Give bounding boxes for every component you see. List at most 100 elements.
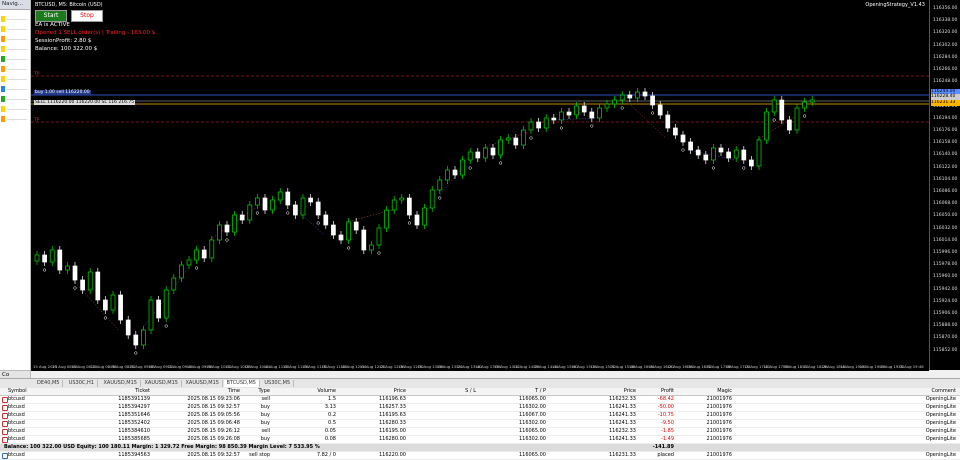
navigator-item[interactable] bbox=[7, 29, 27, 30]
table-cell-symbol: btcusd bbox=[8, 452, 25, 458]
candle-body bbox=[764, 111, 769, 141]
table-cell-sl bbox=[410, 436, 476, 443]
navigator-item[interactable] bbox=[7, 79, 27, 80]
symbol-tab[interactable]: XAUUSD,M15 bbox=[101, 380, 141, 387]
navigator-item[interactable] bbox=[7, 99, 27, 100]
start-button[interactable]: Start bbox=[35, 10, 67, 22]
candle-body bbox=[293, 204, 298, 216]
candle-body bbox=[771, 99, 777, 113]
table-row[interactable]: btcusd 1185385685 2025.08.15 09:26:08 buy 0.… bbox=[0, 436, 960, 444]
table-cell-volume: 0.2 bbox=[328, 412, 336, 418]
table-cell-magic: 21001976 bbox=[706, 428, 732, 434]
candle-body bbox=[787, 119, 792, 131]
trade-arrow-marker bbox=[134, 351, 138, 355]
candle-body bbox=[308, 197, 313, 203]
table-cell-profit: -9.50 bbox=[661, 420, 674, 426]
ea-name-label: OpeningStrategy_V1.43 bbox=[865, 2, 925, 8]
candle-body bbox=[361, 229, 367, 251]
table-header-cell[interactable]: Price bbox=[340, 388, 406, 395]
table-header-cell[interactable]: T / P bbox=[480, 388, 546, 395]
pending-order-row[interactable]: btcusd 1185394563 2025.08.15 09:32:57 sell … bbox=[0, 452, 960, 460]
price-chart[interactable]: BTCUSD, M5: Bitcoin (USD) OpeningStrateg… bbox=[31, 0, 929, 370]
table-header-cell[interactable]: Ticket bbox=[80, 388, 150, 395]
symbol-tab[interactable]: DE40,M5 bbox=[34, 380, 64, 387]
candle-body bbox=[490, 147, 496, 156]
symbol-tab[interactable]: US30C,H1 bbox=[66, 380, 98, 387]
navigator-item[interactable] bbox=[7, 119, 27, 120]
symbol-tab[interactable]: US30C,M5 bbox=[261, 380, 295, 387]
table-header-cell[interactable]: S / L bbox=[410, 388, 476, 395]
table-cell-profit: -1.85 bbox=[661, 428, 674, 434]
candle-body bbox=[749, 159, 754, 167]
table-cell-time: 2025.08.15 09:06:48 bbox=[187, 420, 240, 426]
table-cell-price: 116195.00 bbox=[378, 428, 406, 434]
candle-body bbox=[422, 207, 427, 226]
stop-button[interactable]: Stop bbox=[71, 10, 103, 22]
table-header-cell[interactable]: Magic bbox=[680, 388, 732, 395]
trade-arrow-marker bbox=[407, 221, 411, 225]
table-header-cell[interactable]: Symbol bbox=[8, 388, 68, 395]
table-cell-ticket: 1185391139 bbox=[118, 396, 150, 402]
navigator-item[interactable] bbox=[7, 49, 27, 50]
navigator-item[interactable] bbox=[7, 19, 27, 20]
candle-body bbox=[384, 209, 389, 229]
table-row[interactable]: btcusd 1185394297 2025.08.15 09:32:57 buy 3.… bbox=[0, 404, 960, 412]
price-axis-label: 116248.00 bbox=[933, 79, 958, 85]
table-cell-volume: 0.05 bbox=[324, 428, 336, 434]
candle-body bbox=[437, 179, 443, 191]
table-header-cell[interactable]: Volume bbox=[280, 388, 336, 395]
table-header-cell[interactable]: Profit bbox=[630, 388, 674, 395]
candle-body bbox=[399, 197, 405, 201]
table-cell-ticket: 1185351646 bbox=[118, 412, 150, 418]
candle-body bbox=[270, 199, 275, 211]
candle-body bbox=[323, 214, 329, 226]
table-cell-sl bbox=[410, 412, 476, 419]
trade-arrow-marker bbox=[651, 111, 655, 115]
price-axis-label: 116266.00 bbox=[933, 67, 958, 72]
candlestick-chart-svg bbox=[31, 75, 929, 355]
table-header-cell[interactable]: Price bbox=[570, 388, 636, 395]
navigator-item[interactable] bbox=[7, 59, 27, 60]
tp-line-label-top: TP bbox=[34, 72, 40, 77]
symbol-tab[interactable]: XAUUSD,M15 bbox=[183, 380, 223, 387]
table-cell-time: 2025.08.15 09:05:56 bbox=[187, 412, 240, 418]
price-axis-label: 116014.00 bbox=[933, 237, 958, 243]
table-cell-profit: -10.75 bbox=[657, 412, 674, 418]
candle-body bbox=[741, 149, 747, 161]
table-row[interactable]: btcusd 1185351646 2025.08.15 09:05:56 buy 0.… bbox=[0, 412, 960, 420]
balance-row[interactable]: Balance: 100 322.00 USD Equity: 100 180.… bbox=[0, 444, 960, 452]
table-header-cell[interactable]: Comment bbox=[860, 388, 957, 395]
candle-body bbox=[581, 105, 587, 113]
candle-body bbox=[72, 265, 78, 281]
price-axis-label: 116302.00 bbox=[933, 42, 958, 48]
trade-arrow-marker bbox=[43, 268, 47, 272]
symbol-tab[interactable]: XAUUSD,M15 bbox=[142, 380, 182, 387]
navigator-item-marker bbox=[1, 86, 5, 92]
navigator-item[interactable] bbox=[7, 109, 27, 110]
table-cell-symbol: btcusd bbox=[8, 396, 25, 402]
candle-body bbox=[110, 294, 116, 311]
navigator-item[interactable] bbox=[7, 89, 27, 90]
navigator-item[interactable] bbox=[7, 39, 27, 40]
table-cell-symbol: btcusd bbox=[8, 436, 25, 442]
navigator-bottom-tab[interactable]: Co bbox=[0, 370, 30, 378]
trade-arrow-marker bbox=[73, 286, 77, 290]
trade-arrow-marker bbox=[803, 114, 807, 118]
candle-body bbox=[171, 277, 177, 291]
table-cell-volume: 0.5 bbox=[328, 420, 336, 426]
candle-body bbox=[49, 249, 55, 263]
table-row[interactable]: btcusd 1185391139 2025.08.15 09:23:06 sell 1… bbox=[0, 396, 960, 404]
table-cell-symbol: btcusd bbox=[8, 412, 25, 418]
table-cell-ticket: 1185352402 bbox=[118, 420, 150, 426]
table-header-cell[interactable]: Type bbox=[230, 388, 270, 395]
candle-body bbox=[331, 224, 336, 236]
table-row[interactable]: btcusd 1185384610 2025.08.15 09:26:12 sell 0… bbox=[0, 428, 960, 436]
navigator-item-marker bbox=[1, 66, 5, 72]
symbol-tab[interactable]: BTCUSD,M5 bbox=[223, 380, 260, 387]
table-cell-sl bbox=[410, 452, 476, 459]
candle-body bbox=[133, 334, 139, 346]
table-row[interactable]: btcusd 1185352402 2025.08.15 09:06:48 buy 0.… bbox=[0, 420, 960, 428]
candle-body bbox=[148, 299, 154, 331]
table-header-cell[interactable]: Time bbox=[150, 388, 240, 395]
navigator-item[interactable] bbox=[7, 69, 27, 70]
